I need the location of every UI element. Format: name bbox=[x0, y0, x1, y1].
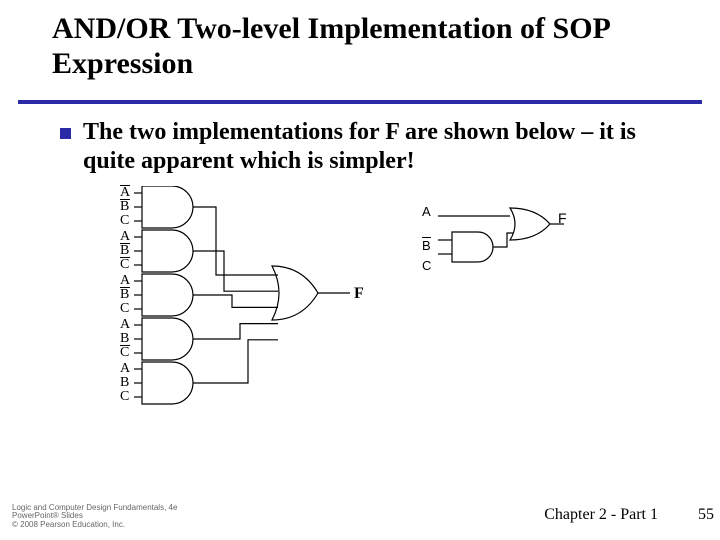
left-input-labels: ABCABCABCABCABC bbox=[120, 186, 130, 396]
right-input-a: A bbox=[422, 204, 431, 219]
copyright: Logic and Computer Design Fundamentals, … bbox=[12, 504, 177, 530]
bullet-text: The two implementations for F are shown … bbox=[83, 118, 690, 176]
left-input-label: B bbox=[120, 244, 130, 258]
left-input-label: A bbox=[120, 230, 130, 244]
left-input-label: C bbox=[120, 302, 130, 316]
circuit-svg bbox=[120, 186, 680, 476]
left-input-label: A bbox=[120, 186, 130, 200]
slide: AND/OR Two-level Implementation of SOP E… bbox=[0, 0, 720, 540]
left-input-label: C bbox=[120, 346, 130, 360]
left-input-label: C bbox=[120, 390, 130, 404]
title-rule bbox=[18, 100, 702, 104]
bullet-item: The two implementations for F are shown … bbox=[60, 118, 690, 176]
left-input-label: A bbox=[120, 362, 130, 376]
right-input-b: B bbox=[422, 238, 431, 253]
left-input-label: B bbox=[120, 332, 130, 346]
left-input-label: B bbox=[120, 200, 130, 214]
left-input-label: B bbox=[120, 376, 130, 390]
copyright-line3: © 2008 Pearson Education, Inc. bbox=[12, 521, 177, 530]
left-input-label: A bbox=[120, 274, 130, 288]
footer-page-number: 55 bbox=[698, 506, 714, 524]
right-output-label: F bbox=[558, 210, 567, 226]
footer-chapter: Chapter 2 - Part 1 bbox=[544, 506, 658, 524]
slide-body: The two implementations for F are shown … bbox=[60, 118, 690, 176]
left-input-label: C bbox=[120, 214, 130, 228]
slide-title: AND/OR Two-level Implementation of SOP E… bbox=[0, 0, 720, 87]
left-input-label: A bbox=[120, 318, 130, 332]
left-output-label: F bbox=[354, 285, 364, 303]
diagram-area: ABCABCABCABCABC A B C F F bbox=[120, 186, 680, 476]
left-input-label: C bbox=[120, 258, 130, 272]
left-input-label: B bbox=[120, 288, 130, 302]
bullet-icon bbox=[60, 128, 71, 139]
right-input-c: C bbox=[422, 258, 431, 273]
